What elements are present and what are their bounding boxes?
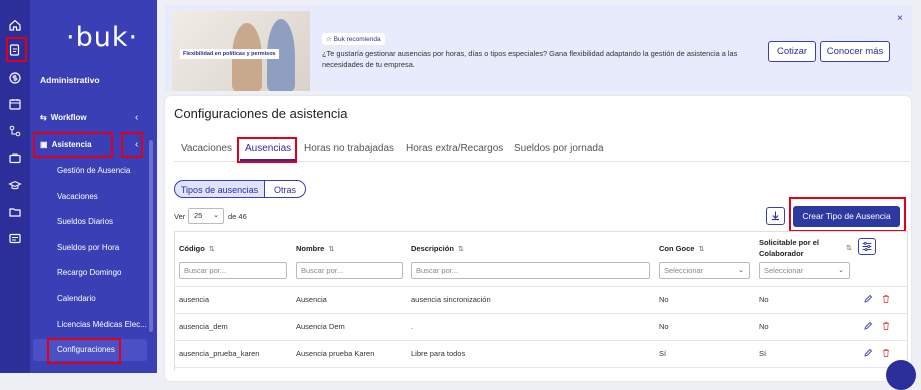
table-cell: No [659,322,669,331]
cotizar-button[interactable]: Cotizar [768,41,816,62]
delete-icon[interactable] [881,321,891,331]
download-button[interactable] [766,207,785,225]
sidebar-scrollbar[interactable] [149,140,153,332]
sidebar [30,0,157,373]
table-cell: Ausencia prueba Karen [296,349,375,358]
sort-icon[interactable]: ⇅ [458,246,464,253]
tab-sueldos-jornada[interactable]: Sueldos por jornada [514,143,604,154]
table-cell: ausencia_prueba_karen [179,349,260,358]
row-divider [175,340,907,341]
solicitable-select[interactable]: Seleccionar ⌄ [759,262,850,279]
sidebar-item-licencias[interactable]: Licencias Médicas Elec... [57,320,147,329]
download-icon [771,211,780,221]
sidebar-item-recargo-domingo[interactable]: Recargo Domingo [57,268,121,277]
table-cell: Ausencia [296,295,327,304]
table-cell: ausencia [179,295,210,304]
highlight-box [33,132,113,158]
chevron-down-icon: ⌄ [838,267,844,274]
highlight-box [237,137,297,163]
highlight-box [6,37,27,62]
close-icon[interactable]: × [897,13,903,24]
tab-horas-extra[interactable]: Horas extra/Recargos [406,143,503,154]
id-card-icon[interactable] [8,231,22,245]
sidebar-item-sueldos-diarios[interactable]: Sueldos Diarios [57,217,113,226]
sort-icon[interactable]: ⇅ [698,246,704,253]
table-cell: Ausencia Dem [296,322,345,331]
briefcase-icon[interactable] [8,151,22,165]
banner-image-caption: Flexibilidad en políticas y permisos [180,49,279,60]
sidebar-item-label: Workflow [50,113,87,122]
row-divider [175,313,907,314]
table-cell: No [759,295,769,304]
star-icon: ☆ [326,36,334,43]
sort-icon[interactable]: ⇅ [328,246,334,253]
page-size-select[interactable]: 25 ⌄ [188,208,224,224]
con-goce-select[interactable]: Seleccionar ⌄ [659,262,750,279]
buk-logo: ·buk· [66,22,139,53]
total-count: de 46 [228,212,247,221]
banner-text: ¿Te gustaría gestionar ausencias por hor… [322,49,738,70]
chevron-down-icon: ⌄ [213,212,219,219]
edit-icon[interactable] [863,348,873,358]
ver-label: Ver [174,212,186,221]
column-settings-button[interactable] [858,238,876,255]
sidebar-item-vacaciones[interactable]: Vacaciones [57,192,98,201]
graduation-icon[interactable] [8,178,22,192]
descripcion-search-input[interactable]: Buscar por... [411,262,650,279]
table-cell: Sí [759,349,767,358]
workflow-icon: ⇆ [40,113,47,122]
conocer-mas-button[interactable]: Conocer más [820,41,890,62]
sliders-icon [862,241,872,252]
table-cell: No [759,322,769,331]
sort-icon[interactable]: ⇅ [846,244,852,252]
segment-tipos-ausencias[interactable]: Tipos de ausencias [174,180,265,198]
table-cell: Sí [659,349,667,358]
edit-icon[interactable] [863,294,873,304]
tab-horas-no-trabajadas[interactable]: Horas no trabajadas [304,143,394,154]
table-cell: ausencia_dem [179,322,228,331]
column-header-descripcion[interactable]: Descripción ⇅ [411,244,464,253]
edit-icon[interactable] [863,321,873,331]
segment-otras[interactable]: Otras [264,180,306,198]
chevron-down-icon: ⌄ [738,267,744,274]
column-header-nombre[interactable]: Nombre ⇅ [296,244,334,253]
recommendation-tag: ☆ Buk recomienda [322,33,385,45]
chevron-left-icon[interactable]: ‹ [135,112,138,123]
page-title: Configuraciones de asistencia [174,106,348,121]
row-divider [175,367,907,368]
table-cell: No [659,295,669,304]
row-divider [175,286,907,287]
table-cell: Libre para todos [411,349,466,358]
sidebar-section-title: Administrativo [40,75,100,85]
table-cell: ausencia sincronización [411,295,491,304]
table-cell: . [411,322,414,331]
column-header-solicitable[interactable]: Solicitable por el Colaborador [759,238,841,259]
highlight-box [47,338,121,364]
org-icon[interactable] [8,124,22,138]
nombre-search-input[interactable]: Buscar por... [296,262,403,279]
calendar-icon[interactable] [8,97,22,111]
sidebar-item-gestion-ausencia[interactable]: Gestión de Ausencia [57,166,130,175]
dollar-icon[interactable] [8,71,22,85]
sidebar-item-workflow[interactable]: ⇆ Workflow [40,113,87,122]
delete-icon[interactable] [881,348,891,358]
banner-image: Flexibilidad en políticas y permisos [172,11,310,91]
folder-icon[interactable] [8,205,22,219]
sidebar-item-sueldos-hora[interactable]: Sueldos por Hora [57,243,119,252]
highlight-box [121,132,143,158]
codigo-search-input[interactable]: Buscar por... [179,262,287,279]
home-icon[interactable] [8,18,22,32]
highlight-box [789,197,906,232]
tab-vacaciones[interactable]: Vacaciones [181,143,232,154]
delete-icon[interactable] [881,294,891,304]
column-header-codigo[interactable]: Código ⇅ [179,244,215,253]
sort-icon[interactable]: ⇅ [209,246,215,253]
help-chat-button[interactable] [886,360,916,390]
sidebar-item-calendario[interactable]: Calendario [57,294,96,303]
column-header-con-goce[interactable]: Con Goce ⇅ [659,244,704,253]
